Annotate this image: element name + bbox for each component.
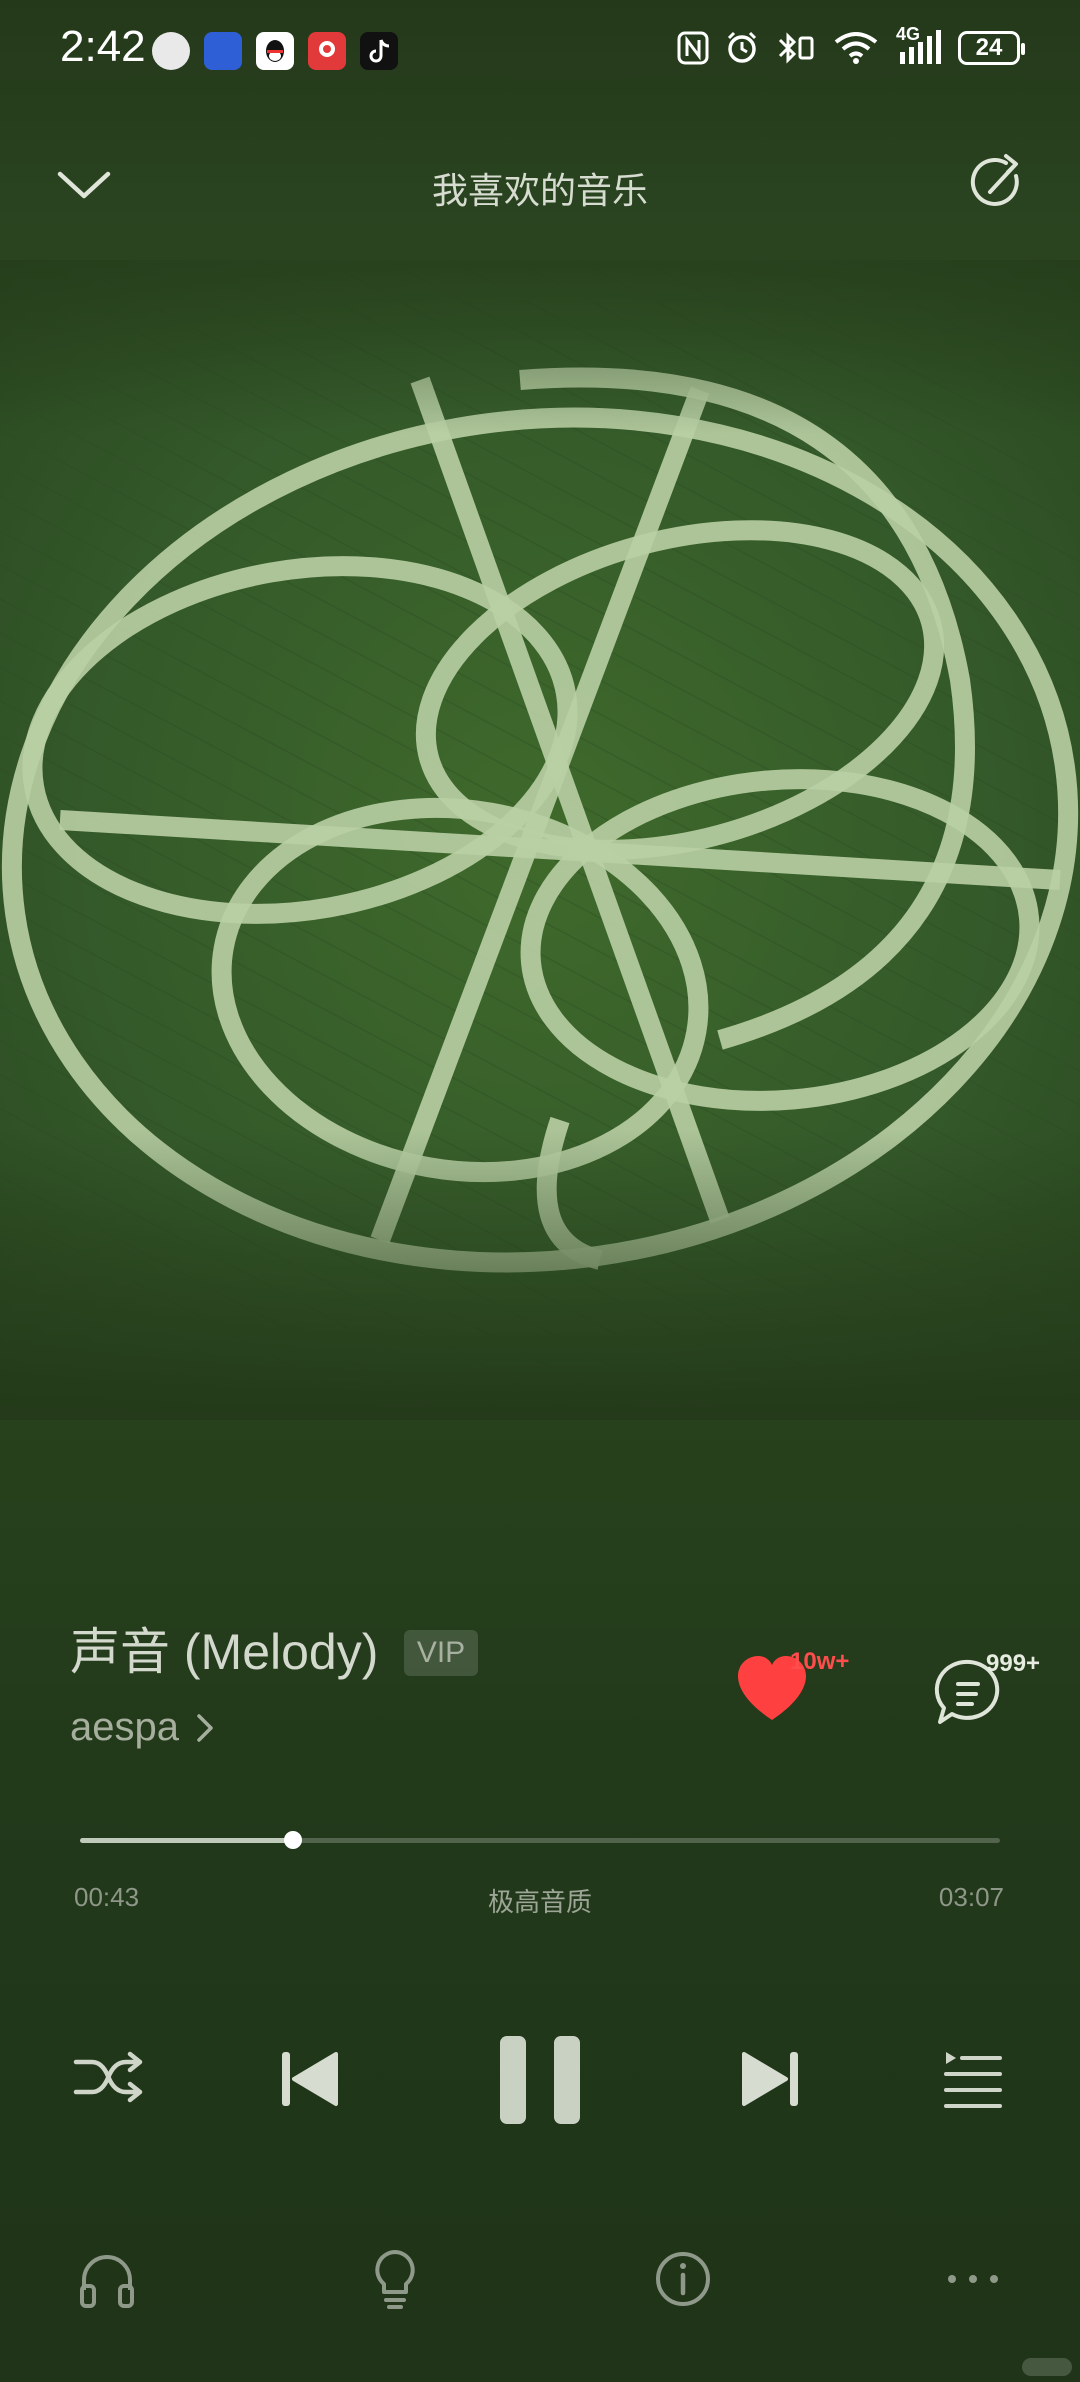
song-title: 声音 (Melody)	[70, 1624, 379, 1680]
pause-icon	[500, 2036, 580, 2124]
signal-icon: 4G	[894, 24, 944, 66]
progress-fill	[80, 1838, 294, 1843]
next-icon	[742, 2052, 798, 2106]
share-button[interactable]	[966, 152, 1030, 216]
tips-button[interactable]	[362, 2246, 428, 2312]
watermark	[1022, 2358, 1072, 2376]
comment-count: 999+	[986, 1650, 1041, 1677]
alarm-icon	[727, 31, 757, 63]
audio-quality-button[interactable]: 极高音质	[0, 1882, 1080, 1919]
next-button[interactable]	[738, 2046, 802, 2112]
wifi-icon	[834, 32, 878, 64]
artist-name: aespa	[70, 1705, 179, 1749]
system-icons: 4G 24	[676, 24, 1025, 66]
news-app-icon	[204, 32, 242, 70]
progress-knob[interactable]	[284, 1831, 303, 1849]
chevron-right-icon	[197, 1713, 213, 1742]
playlist-button[interactable]	[940, 2046, 1006, 2112]
avatar-app-icon	[152, 32, 190, 70]
headphones-icon	[80, 2255, 134, 2308]
like-count: 10w+	[790, 1648, 850, 1675]
playlist-icon	[944, 2052, 1002, 2108]
shuffle-button[interactable]	[72, 2046, 146, 2112]
tiktok-icon	[360, 32, 398, 70]
info-icon	[656, 2252, 710, 2306]
nfc-icon	[677, 31, 709, 65]
battery-icon: 24	[958, 31, 1025, 65]
more-icon	[948, 2275, 998, 2283]
sound-effect-button[interactable]	[74, 2246, 140, 2312]
shuffle-icon	[73, 2051, 143, 2103]
album-cover	[0, 260, 1080, 1420]
total-time: 03:07	[938, 1882, 1004, 1912]
lightbulb-icon	[375, 2250, 415, 2309]
playlist-title: 我喜欢的音乐	[431, 171, 648, 212]
artist-link[interactable]: aespa	[70, 1705, 217, 1750]
status-bar: 2:42 4G 24	[0, 0, 1080, 110]
status-time: 2:42	[60, 22, 146, 71]
song-info-button[interactable]	[650, 2246, 716, 2312]
player-header: 我喜欢的音乐	[0, 140, 1080, 230]
progress-bar[interactable]	[80, 1831, 1000, 1849]
bluetooth-vibrate-icon	[778, 32, 814, 64]
qq-icon	[256, 32, 294, 70]
previous-button[interactable]	[278, 2046, 342, 2112]
red-app-icon	[308, 32, 346, 70]
more-button[interactable]	[940, 2246, 1006, 2312]
previous-icon	[282, 2052, 338, 2106]
pause-button[interactable]	[496, 2032, 586, 2128]
share-icon	[970, 154, 1019, 206]
vip-badge: VIP	[404, 1630, 478, 1676]
notification-icons	[152, 32, 398, 70]
